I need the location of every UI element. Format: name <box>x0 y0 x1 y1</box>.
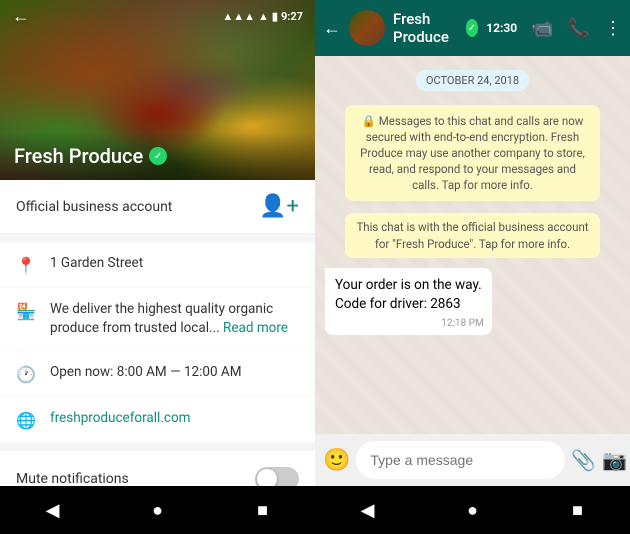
hours-row: 🕐 Open now: 8:00 AM — 12:00 AM <box>0 351 315 397</box>
phone-icon[interactable]: 📞 <box>568 18 590 39</box>
nav-home-left[interactable]: ● <box>138 490 178 530</box>
hours-text: Open now: 8:00 AM — 12:00 AM <box>50 363 242 382</box>
read-more-link[interactable]: Read more <box>223 320 288 336</box>
description-row: 🏪 We deliver the highest quality organic… <box>0 288 315 351</box>
verified-badge: ✓ <box>149 147 167 165</box>
left-panel: ← ▲▲▲ ▲ ▮ 9:27 Fresh Produce ✓ Official … <box>0 0 315 534</box>
video-call-icon[interactable]: 📹 <box>531 18 553 39</box>
encryption-notice[interactable]: 🔒 Messages to this chat and calls are no… <box>345 105 600 201</box>
battery-icon: ▮ <box>272 10 278 23</box>
chat-verified-badge: ✓ <box>466 19 479 37</box>
website-text[interactable]: freshproduceforall.com <box>50 409 190 428</box>
location-icon: 📍 <box>16 256 36 275</box>
nav-home-right[interactable]: ● <box>453 490 493 530</box>
nav-square-left[interactable]: ■ <box>243 490 283 530</box>
description-text: We deliver the highest quality organic p… <box>50 300 299 338</box>
chat-header: ← Fresh Produce ✓ 12:30 📹 📞 ⋮ <box>315 0 630 56</box>
hero-section: ← ▲▲▲ ▲ ▮ 9:27 Fresh Produce ✓ <box>0 0 315 180</box>
right-nav-bar: ◀ ● ■ <box>315 486 630 534</box>
globe-icon: 🌐 <box>16 411 36 430</box>
official-label: Official business account <box>16 199 172 215</box>
mute-toggle[interactable] <box>255 467 299 486</box>
mute-row: Mute notifications <box>0 451 315 486</box>
chat-name-text: Fresh Produce <box>393 10 462 46</box>
message-time: 12:18 PM <box>441 317 483 331</box>
signal-icon: ▲▲▲ <box>222 10 255 23</box>
emoji-button[interactable]: 🙂 <box>323 448 350 473</box>
official-account-notice[interactable]: This chat is with the official business … <box>345 213 600 257</box>
chat-avatar[interactable] <box>349 10 385 46</box>
hero-title: Fresh Produce ✓ <box>14 144 301 168</box>
chat-header-actions: 12:30 📹 📞 ⋮ <box>486 18 622 39</box>
message-input[interactable] <box>356 441 565 479</box>
section-divider-2 <box>0 443 315 451</box>
status-time-right: 12:30 <box>486 21 517 35</box>
more-options-icon[interactable]: ⋮ <box>604 18 622 39</box>
mute-label: Mute notifications <box>16 471 129 486</box>
nav-square-right[interactable]: ■ <box>558 490 598 530</box>
camera-button[interactable]: 📷 <box>602 448 627 472</box>
toggle-knob <box>257 469 277 486</box>
hero-overlay: Fresh Produce ✓ <box>0 132 315 180</box>
nav-back-right[interactable]: ◀ <box>348 490 388 530</box>
add-contact-button[interactable]: 👤+ <box>259 194 299 219</box>
back-button[interactable]: ← <box>12 6 30 27</box>
nav-back-left[interactable]: ◀ <box>33 490 73 530</box>
clock-icon: 🕐 <box>16 365 36 384</box>
business-name: Fresh Produce <box>14 144 143 168</box>
date-badge: OCTOBER 24, 2018 <box>416 70 529 91</box>
right-panel: ← Fresh Produce ✓ 12:30 📹 📞 ⋮ OCTOBER 24… <box>315 0 630 534</box>
address-text: 1 Garden Street <box>50 254 143 273</box>
left-nav-bar: ◀ ● ■ <box>0 486 315 534</box>
wifi-icon: ▲ <box>258 10 269 23</box>
time-left: 9:27 <box>281 10 303 23</box>
chat-name: Fresh Produce ✓ <box>393 10 478 46</box>
info-section: Official business account 👤+ <box>0 180 315 234</box>
official-row: Official business account 👤+ <box>0 180 315 234</box>
attach-button[interactable]: 📎 <box>571 448 596 472</box>
chat-messages: OCTOBER 24, 2018 🔒 Messages to this chat… <box>315 56 630 434</box>
website-row[interactable]: 🌐 freshproduceforall.com <box>0 397 315 443</box>
website-link[interactable]: freshproduceforall.com <box>50 410 190 426</box>
left-content: Official business account 👤+ 📍 1 Garden … <box>0 180 315 486</box>
message-bubble: Your order is on the way. Code for drive… <box>325 268 492 336</box>
chat-title-area[interactable]: Fresh Produce ✓ <box>393 10 478 46</box>
chat-input-bar: 🙂 📎 📷 🎤 <box>315 434 630 486</box>
hero-top-bar: ← ▲▲▲ ▲ ▮ 9:27 <box>0 0 315 33</box>
address-row: 📍 1 Garden Street <box>0 242 315 288</box>
section-divider <box>0 234 315 242</box>
message-text: Your order is on the way. Code for drive… <box>335 277 482 312</box>
info-icon: 🏪 <box>16 302 36 321</box>
chat-back-button[interactable]: ← <box>323 18 341 39</box>
status-bar-left: ▲▲▲ ▲ ▮ 9:27 <box>222 10 303 23</box>
